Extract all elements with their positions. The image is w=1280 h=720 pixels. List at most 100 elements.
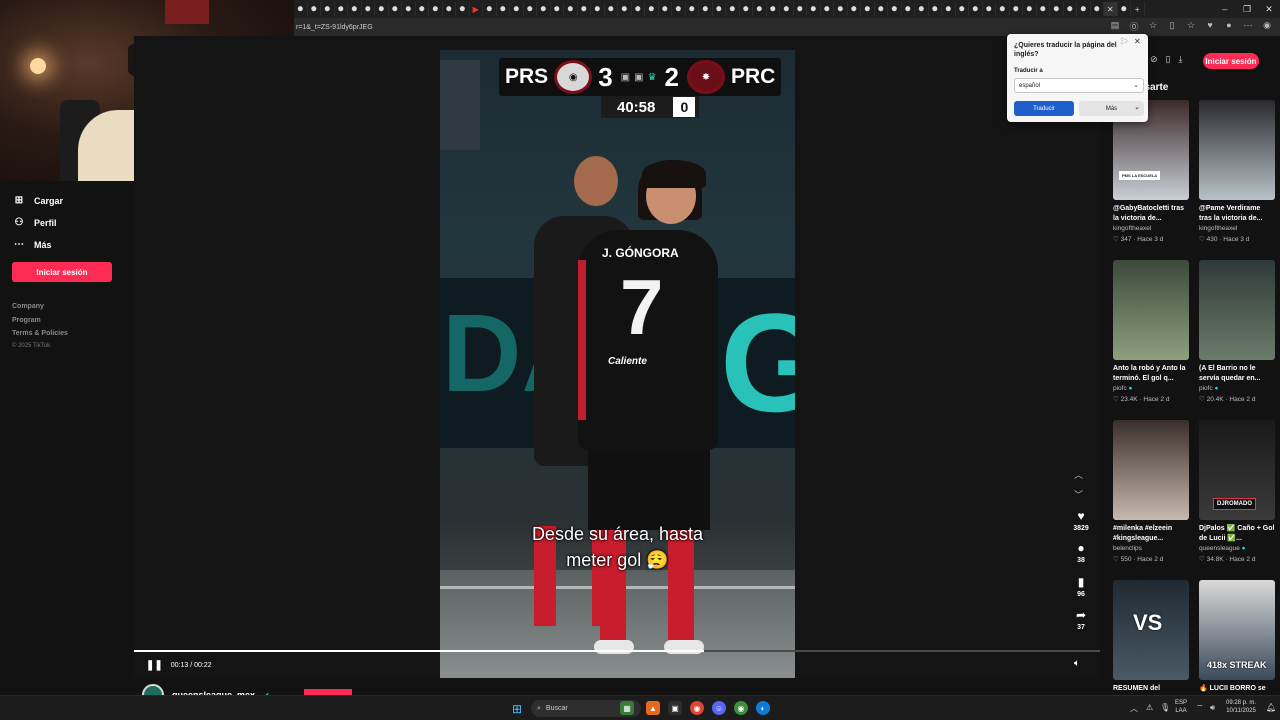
url-text[interactable]: r=1&_t=ZS-91ldy6prJEG bbox=[296, 24, 373, 31]
browser-tab[interactable]: ⬤ bbox=[308, 2, 321, 16]
close-window-button[interactable]: ✕ bbox=[1258, 0, 1280, 18]
nav-item-more[interactable]: ⋯ Más bbox=[12, 239, 52, 250]
windows-start-icon[interactable]: ⊞ bbox=[512, 702, 522, 716]
task-view-icon[interactable]: ▣ bbox=[668, 701, 682, 715]
wifi-icon[interactable]: ⌔ bbox=[1196, 703, 1204, 713]
browser-tab[interactable]: ⬤ bbox=[956, 2, 969, 16]
browser-tab[interactable]: ⬤ bbox=[780, 2, 794, 16]
browser-tab[interactable]: ⬤ bbox=[537, 2, 551, 16]
menu-icon[interactable]: ⋯ bbox=[1243, 20, 1253, 33]
volume-icon[interactable]: 🔈︎ bbox=[1074, 658, 1080, 669]
browser-tab[interactable]: ⬤ bbox=[861, 2, 875, 16]
related-video-card[interactable]: DJROMADO DjPalos ✅ Caño + Gol de Lucii ✅.… bbox=[1199, 420, 1275, 563]
browser-tab[interactable]: ⬤ bbox=[294, 2, 308, 16]
browser-tab[interactable]: ⬤ bbox=[821, 2, 834, 16]
related-video-title[interactable]: @Pame Verdirame tras la victoria de... bbox=[1199, 204, 1275, 224]
maximize-button[interactable]: ❐ bbox=[1236, 0, 1258, 18]
extensions-icon[interactable]: ♥ bbox=[1205, 20, 1215, 33]
browser-tab[interactable]: ⬤ bbox=[335, 2, 348, 16]
browser-tab[interactable]: ⬤ bbox=[1118, 2, 1131, 16]
related-video-author[interactable]: piofc ● bbox=[1199, 385, 1275, 394]
related-video-card[interactable]: (A El Barrio no le servía quedar en... pi… bbox=[1199, 260, 1275, 403]
clock[interactable]: 09:28 p. m. 10/11/2025 bbox=[1226, 699, 1256, 715]
browser-tab[interactable]: ⬤ bbox=[429, 2, 443, 16]
browser-tab[interactable]: ⬤ bbox=[389, 2, 402, 16]
browser-tab[interactable]: ⬤ bbox=[1010, 2, 1023, 16]
browser-tab[interactable]: ⬤ bbox=[753, 2, 767, 16]
browser-tab[interactable]: ⬤ bbox=[645, 2, 659, 16]
minimize-button[interactable]: – bbox=[1214, 0, 1236, 18]
header-login-button[interactable]: Iniciar sesión bbox=[1203, 53, 1259, 69]
browser-tab[interactable]: ⬤ bbox=[915, 2, 929, 16]
related-video-card[interactable]: #milenka #elzeein #kingsleague... belencl… bbox=[1113, 420, 1189, 563]
notification-icon[interactable]: 🔔︎ bbox=[1266, 703, 1276, 712]
related-video-thumbnail[interactable] bbox=[1199, 100, 1275, 200]
browser-tab[interactable]: ⬤ bbox=[591, 2, 605, 16]
browser-tab[interactable]: ⬤ bbox=[1077, 2, 1091, 16]
footer-link-terms[interactable]: Terms & Policies bbox=[12, 330, 68, 337]
related-video-title[interactable]: Anto la robó y Anto la terminó. El gol q… bbox=[1113, 364, 1189, 384]
browser-tab[interactable]: ⬤ bbox=[942, 2, 956, 16]
browser-tab[interactable]: ⬤ bbox=[929, 2, 942, 16]
browser-tab[interactable]: ⬤ bbox=[834, 2, 848, 16]
widget-icon[interactable]: ▦ bbox=[620, 701, 634, 715]
browser-tab[interactable]: ⬤ bbox=[713, 2, 726, 16]
related-video-author[interactable]: kingoftheaxel bbox=[1113, 225, 1189, 234]
related-video-title[interactable]: DjPalos ✅ Caño + Gol de Lucii ✅... bbox=[1199, 524, 1275, 544]
browser-tab[interactable]: ⬤ bbox=[794, 2, 807, 16]
related-video-card[interactable]: Anto la robó y Anto la terminó. El gol q… bbox=[1113, 260, 1189, 403]
browser-tab[interactable]: ⬤ bbox=[497, 2, 510, 16]
more-options-button[interactable]: Más ⌄ bbox=[1079, 101, 1144, 116]
favorite-icon[interactable]: ☆ bbox=[1148, 20, 1158, 33]
translate-button[interactable]: Traducir bbox=[1014, 101, 1074, 116]
app-icon[interactable]: ▲ bbox=[646, 701, 660, 715]
language-select[interactable]: español ⌄ bbox=[1014, 78, 1144, 93]
chrome-icon[interactable]: ◉ bbox=[690, 701, 704, 715]
browser-tab[interactable]: ⬤ bbox=[483, 2, 497, 16]
browser-tab[interactable]: ⬤ bbox=[524, 2, 537, 16]
coin-icon[interactable]: ⊘ bbox=[1150, 54, 1158, 65]
tray-mic-icon[interactable]: 🎙︎ bbox=[1160, 703, 1170, 712]
related-video-author[interactable]: belenclips bbox=[1113, 545, 1189, 554]
browser-tab[interactable]: ⬤ bbox=[767, 2, 780, 16]
browser-tab[interactable]: ⬤ bbox=[726, 2, 740, 16]
footer-link-company[interactable]: Company bbox=[12, 303, 44, 310]
related-video-thumbnail[interactable] bbox=[1113, 420, 1189, 520]
chrome-profile-icon[interactable]: ◉ bbox=[734, 701, 748, 715]
edge-icon[interactable]: ◐ bbox=[756, 701, 770, 715]
nav-item-profile[interactable]: ⚇ Perfil bbox=[12, 217, 57, 228]
browser-tab[interactable]: ⬤ bbox=[510, 2, 524, 16]
related-video-author[interactable]: queensleague ● bbox=[1199, 545, 1275, 554]
nav-item-upload[interactable]: ⊞ Cargar bbox=[12, 195, 63, 206]
browser-tab[interactable]: ⬤ bbox=[740, 2, 753, 16]
discord-icon[interactable]: ☺ bbox=[712, 701, 726, 715]
browser-tab[interactable]: ⬤ bbox=[699, 2, 713, 16]
collections-icon[interactable]: ☆ bbox=[1186, 20, 1196, 33]
related-video-thumbnail[interactable] bbox=[1199, 260, 1275, 360]
save-action[interactable]: ▮ 96 bbox=[1070, 576, 1092, 599]
browser-tab[interactable]: ⬤ bbox=[443, 2, 456, 16]
browser-tab[interactable]: ⬤ bbox=[875, 2, 888, 16]
browser-tab[interactable]: ⬤ bbox=[1023, 2, 1037, 16]
next-video-icon[interactable]: ﹀ bbox=[1074, 488, 1083, 501]
browser-tab[interactable]: ⬤ bbox=[1037, 2, 1050, 16]
close-icon[interactable]: ✕ bbox=[1134, 37, 1141, 46]
related-video-thumbnail[interactable] bbox=[1113, 260, 1189, 360]
browser-tab[interactable]: ⬤ bbox=[807, 2, 821, 16]
browser-tab[interactable]: ⬤ bbox=[672, 2, 686, 16]
copilot-icon[interactable]: ◉ bbox=[1262, 20, 1272, 33]
browser-tab[interactable]: ⬤ bbox=[902, 2, 915, 16]
browser-tab[interactable]: ⬤ bbox=[348, 2, 362, 16]
related-video-title[interactable]: @GabyBatocletti tras la victoria de... bbox=[1113, 204, 1189, 224]
related-video-author[interactable]: piofc ● bbox=[1113, 385, 1189, 394]
like-action[interactable]: ♥ 3829 bbox=[1070, 510, 1092, 533]
related-video-thumbnail[interactable]: DJROMADO bbox=[1199, 420, 1275, 520]
browser-tab[interactable]: ⬤ bbox=[983, 2, 996, 16]
related-video-title[interactable]: #milenka #elzeein #kingsleague... bbox=[1113, 524, 1189, 544]
browser-tab[interactable]: ▶ bbox=[470, 2, 483, 16]
video-frame[interactable]: DA G J. GÓNGORA 7 Caliente PRS ◉ 3 ▣ ▣ ♛… bbox=[440, 50, 795, 678]
browser-tab[interactable]: ⬤ bbox=[551, 2, 564, 16]
tray-chevron-icon[interactable]: ︿ bbox=[1130, 703, 1138, 714]
browser-tab[interactable]: ⬤ bbox=[888, 2, 902, 16]
browser-tab[interactable]: ⬤ bbox=[659, 2, 672, 16]
